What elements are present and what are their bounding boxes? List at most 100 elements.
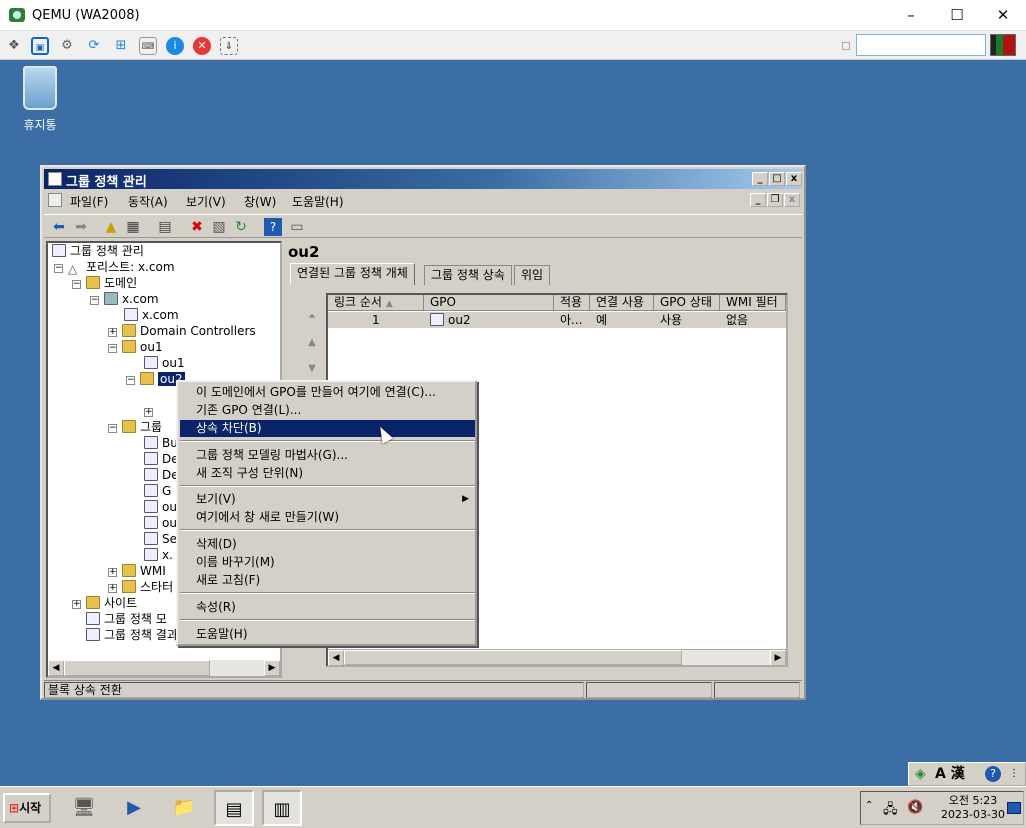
tree-results[interactable]: 그룹 정책 결과 <box>86 627 178 643</box>
maximize-button[interactable]: ☐ <box>934 0 980 31</box>
collapse-icon[interactable]: − <box>108 424 117 433</box>
tab-linked-gpos[interactable]: 연결된 그룹 정책 개체 <box>290 263 415 285</box>
expand-icon[interactable]: + <box>108 584 117 593</box>
tab-inheritance[interactable]: 그룹 정책 상속 <box>424 265 512 285</box>
collapse-icon[interactable]: − <box>126 376 135 385</box>
tree-gpo-item[interactable]: Se <box>144 531 177 547</box>
tree-root[interactable]: 그룹 정책 관리 <box>52 243 144 259</box>
col-wmi-filter[interactable]: WMI 필터 <box>720 295 786 311</box>
keyboard-icon[interactable]: ⌨ <box>139 37 157 55</box>
recycle-bin[interactable]: 휴지통 <box>16 66 64 133</box>
menu-file[interactable]: 파일(F) <box>70 193 108 210</box>
close-button[interactable]: ✕ <box>980 0 1026 31</box>
collapse-icon[interactable]: − <box>72 280 81 289</box>
forward-icon[interactable]: ➡ <box>72 218 90 236</box>
up-folder-icon[interactable]: ▲ <box>102 218 120 236</box>
langbar-options-icon[interactable]: ⋮ <box>1009 763 1019 785</box>
refresh-icon[interactable]: ↻ <box>232 218 250 236</box>
info-icon[interactable]: i <box>166 37 184 55</box>
tree-gpo-item[interactable]: x. <box>144 547 173 563</box>
menu-help[interactable]: 도움말(H) <box>292 193 344 210</box>
row-link-order[interactable]: 1 <box>328 312 424 328</box>
gpm-maximize-button[interactable]: □ <box>769 172 785 186</box>
tree-domain-controllers[interactable]: + Domain Controllers <box>108 323 256 339</box>
row-wmi-filter[interactable]: 없음 <box>720 312 786 328</box>
col-enforced[interactable]: 적용 <box>554 295 590 311</box>
tree-domains[interactable]: − 도메인 <box>72 275 137 291</box>
tree-forest[interactable]: − △ 포리스트: x.com <box>54 259 175 276</box>
help-icon[interactable]: ? <box>264 218 282 236</box>
tree-ou1[interactable]: − ou1 <box>108 339 163 355</box>
scroll-right-icon[interactable]: ▶ <box>770 650 786 666</box>
scroll-left-icon[interactable]: ◀ <box>48 660 64 676</box>
row-gpo[interactable]: ou2 <box>424 312 554 328</box>
explorer-icon[interactable]: 📁 <box>164 790 204 826</box>
menu-view[interactable]: 보기(V) ▶ <box>180 491 475 508</box>
row-enforced[interactable]: 아... <box>554 312 590 328</box>
scroll-right-icon[interactable]: ▶ <box>264 660 280 676</box>
menu-help[interactable]: 도움말(H) <box>180 626 475 643</box>
menu-new-window[interactable]: 여기에서 창 새로 만들기(W) <box>180 509 475 526</box>
powershell-icon[interactable]: ▶ <box>114 790 154 826</box>
windows-icon[interactable]: ⊞ <box>112 37 130 55</box>
row-link-enabled[interactable]: 예 <box>590 312 654 328</box>
move-top-icon[interactable]: ⏶ <box>304 311 320 327</box>
collapse-icon[interactable]: − <box>54 264 63 273</box>
color-swatch[interactable] <box>990 34 1016 56</box>
tree-gpo-item[interactable]: G <box>144 483 171 499</box>
server-manager-icon[interactable]: 🖥 <box>64 790 104 826</box>
menu-window[interactable]: 창(W) <box>244 193 276 210</box>
fullscreen-icon[interactable]: ▣ <box>31 37 49 55</box>
expand-icon[interactable]: + <box>108 568 117 577</box>
gpm-minimize-button[interactable]: _ <box>752 172 768 186</box>
menu-view[interactable]: 보기(V) <box>186 193 226 210</box>
language-bar[interactable]: ◈ A 漢 ? ⋮ <box>908 762 1026 786</box>
tree-modeling[interactable]: 그룹 정책 모 <box>86 611 167 627</box>
delete-icon[interactable]: ✖ <box>188 218 206 236</box>
child-minimize-button[interactable]: _ <box>750 193 766 207</box>
expand-icon[interactable]: + <box>72 600 81 609</box>
back-icon[interactable]: ⬅ <box>50 218 68 236</box>
expand-icon[interactable]: + <box>108 328 117 337</box>
show-desktop-icon[interactable] <box>1007 802 1021 814</box>
volume-muted-icon[interactable]: 🔇 <box>907 800 923 815</box>
move-up-icon[interactable]: ▲ <box>304 337 320 353</box>
collapse-icon[interactable]: − <box>90 296 99 305</box>
help-icon[interactable]: ? <box>985 766 1001 782</box>
start-button[interactable]: ⊞시작 <box>3 793 51 823</box>
menu-block-inheritance[interactable]: 상속 차단(B) <box>180 420 475 437</box>
menu-link-existing-gpo[interactable]: 기존 GPO 연결(L)... <box>180 402 475 419</box>
expand-icon[interactable]: + <box>144 408 153 417</box>
col-link-enabled[interactable]: 연결 사용 <box>590 295 654 311</box>
move-down-icon[interactable]: ▼ <box>304 363 320 379</box>
network-tray-icon[interactable]: 🖧 <box>883 800 898 822</box>
clipboard-icon[interactable]: ▤ <box>156 218 174 236</box>
scroll-thumb[interactable] <box>344 650 682 665</box>
tree-gpo-item[interactable]: Bu <box>144 435 178 451</box>
tree-expander[interactable]: + <box>144 403 158 419</box>
tab-delegation[interactable]: 위임 <box>514 265 551 285</box>
gpm-close-button[interactable]: x <box>786 172 802 186</box>
col-link-order[interactable]: 링크 순서 ▲ <box>328 295 424 311</box>
stop-icon[interactable]: ✕ <box>193 37 211 55</box>
tree-wmi[interactable]: + WMI <box>108 563 166 579</box>
tree-sites[interactable]: + 사이트 <box>72 595 137 611</box>
list-hscroll[interactable]: ◀ ▶ <box>328 649 786 666</box>
tree-gpo-item[interactable]: De <box>144 467 179 483</box>
properties-icon[interactable]: ▧ <box>210 218 228 236</box>
menu-rename[interactable]: 이름 바꾸기(M) <box>180 554 475 571</box>
tree-domain[interactable]: − x.com <box>90 291 159 307</box>
taskbar-app-icon[interactable]: ▤ <box>214 790 254 826</box>
menu-new-ou[interactable]: 새 조직 구성 단위(N) <box>180 465 475 482</box>
col-gpo-status[interactable]: GPO 상태 <box>654 295 720 311</box>
menu-refresh[interactable]: 새로 고침(F) <box>180 572 475 589</box>
tree-gpo-item[interactable]: ou <box>144 515 177 531</box>
gpm-taskbar-icon[interactable]: ▥ <box>262 790 302 826</box>
ime-mode-label[interactable]: A 漢 <box>935 763 965 785</box>
tree-gpo-item[interactable]: ou <box>144 499 177 515</box>
clock[interactable]: 오전 5:23 2023-03-30 <box>937 794 1009 822</box>
refresh-icon[interactable]: ⟳ <box>85 37 103 55</box>
menu-properties[interactable]: 속성(R) <box>180 599 475 616</box>
gear-icon[interactable]: ⚙ <box>58 37 76 55</box>
child-restore-button[interactable]: ❐ <box>767 193 783 207</box>
